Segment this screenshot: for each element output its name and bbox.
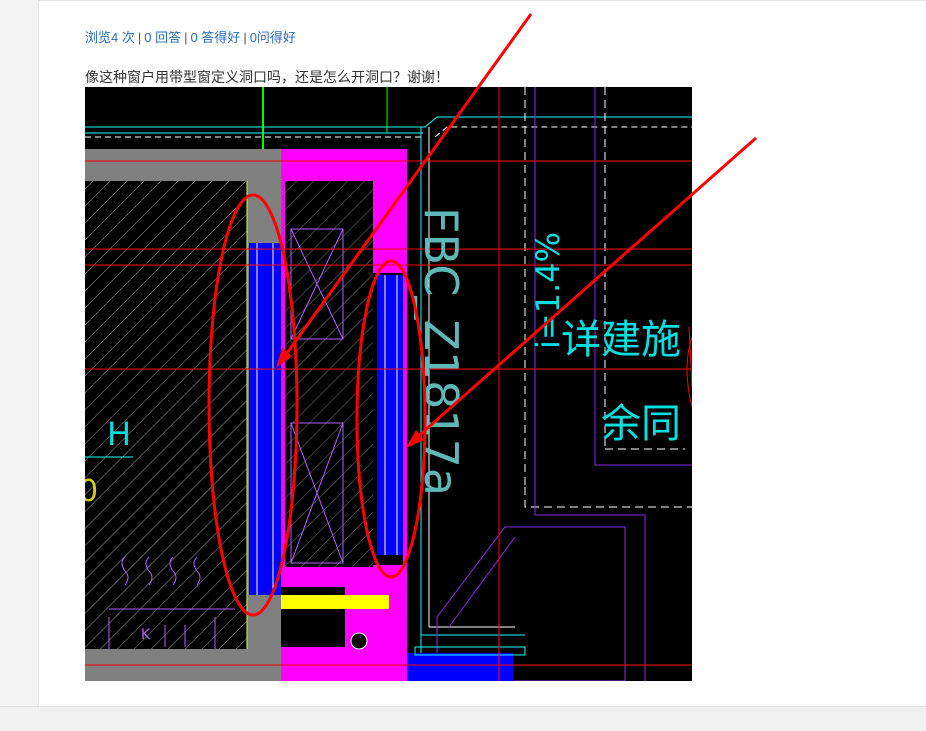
cad-drawing-image[interactable]: H 0 K FBC_Z1817a i=1.4% 详建施 余同 <box>85 87 692 681</box>
yellow-bar <box>281 595 389 609</box>
views-link[interactable]: 浏览4 次 <box>85 30 135 45</box>
question-text: 像这种窗户用带型窗定义洞口吗，还是怎么开洞口？谢谢！ <box>85 69 449 85</box>
cad-drawing: H 0 K FBC_Z1817a i=1.4% 详建施 余同 <box>85 87 692 681</box>
answers-link[interactable]: 0 回答 <box>144 30 181 45</box>
window-strip-left <box>249 243 281 595</box>
label-same: 余同 <box>601 401 681 447</box>
good-questions-link[interactable]: 0问得好 <box>250 30 296 45</box>
good-answers-link[interactable]: 0 答得好 <box>190 30 240 45</box>
separator: | <box>137 30 142 45</box>
label-h: H <box>107 415 131 453</box>
question-content: 浏览4 次 | 0 回答 | 0 答得好 | 0问得好 像这种窗户用带型窗定义洞口吗，还是怎… <box>38 0 926 707</box>
separator: | <box>184 30 188 45</box>
label-detail: 详建施 <box>561 317 681 363</box>
window-strip-right <box>377 275 403 555</box>
label-zero: 0 <box>85 474 98 509</box>
separator: | <box>243 30 247 45</box>
bottom-bar <box>0 706 926 731</box>
question-stats: 浏览4 次 | 0 回答 | 0 答得好 | 0问得好 <box>85 27 296 46</box>
label-k: K <box>141 627 151 643</box>
